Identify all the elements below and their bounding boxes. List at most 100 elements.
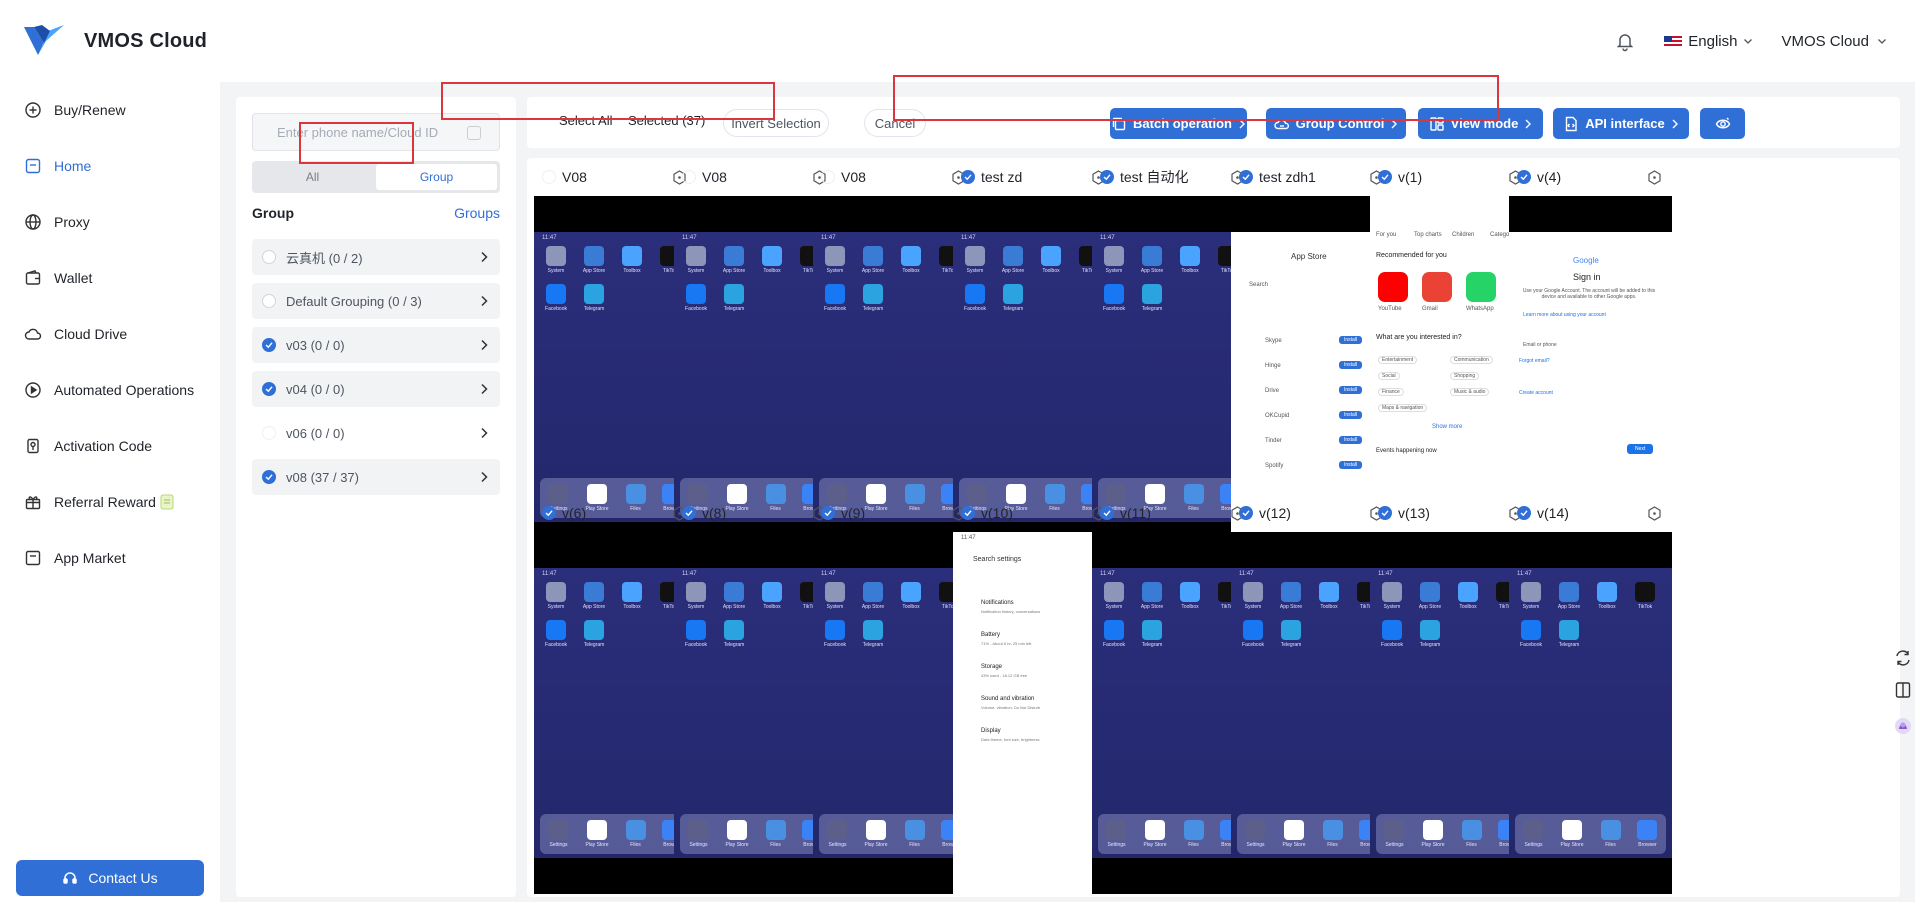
- chevron-right-icon: [481, 383, 488, 395]
- device-checkbox[interactable]: [821, 506, 835, 520]
- dock-app-label: Files: [770, 842, 781, 848]
- device-screen-preview[interactable]: 11:47 System App Store Toolbox TikTok Faceboo…: [534, 532, 697, 894]
- contact-us-button[interactable]: Contact Us: [16, 860, 204, 896]
- app-label: Telegram: [862, 306, 884, 312]
- dock-app-label: Play Store: [864, 842, 888, 848]
- app-icon: Toolbox: [897, 246, 925, 274]
- app-label: Facebook: [824, 306, 846, 312]
- app-grid: System App Store Toolbox TikTok Facebook Tele…: [821, 582, 963, 648]
- bell-icon[interactable]: [1614, 30, 1636, 52]
- app-grid: System App Store Toolbox TikTok Facebook Tele…: [1517, 582, 1659, 648]
- home-screen: 11:47 System App Store Toolbox TikTok Faceboo…: [534, 568, 697, 858]
- sidebar-item-wallet[interactable]: Wallet: [0, 250, 220, 306]
- app-label: App Store: [1140, 604, 1164, 610]
- group-control-button[interactable]: Group Control: [1266, 108, 1406, 139]
- group-checkbox[interactable]: [262, 382, 276, 396]
- device-menu-icon[interactable]: [1647, 170, 1662, 185]
- device-screen-preview[interactable]: 11:47 System App Store Toolbox TikTok Faceboo…: [1509, 532, 1672, 894]
- batch-operation-label: Batch operation: [1133, 116, 1232, 131]
- sidebar-item-home[interactable]: Home: [0, 138, 220, 194]
- app-glyph-icon: [1319, 582, 1339, 602]
- group-checkbox[interactable]: [262, 338, 276, 352]
- tab-group[interactable]: Group: [376, 164, 497, 190]
- view-mode-button[interactable]: View mode: [1418, 108, 1543, 139]
- brand[interactable]: VMOS Cloud: [22, 21, 207, 61]
- device-checkbox[interactable]: [542, 170, 556, 184]
- playstore-tab: For you: [1376, 232, 1397, 238]
- invert-selection-button[interactable]: Invert Selection: [723, 109, 829, 137]
- sidebar-item-proxy[interactable]: Proxy: [0, 194, 220, 250]
- chevron-right-icon: [481, 251, 488, 263]
- device-checkbox[interactable]: [1378, 170, 1392, 184]
- manage-groups-link[interactable]: Groups: [454, 205, 500, 221]
- dock-app-label: Settings: [1524, 842, 1543, 848]
- device-checkbox[interactable]: [1239, 170, 1253, 184]
- app-label: Facebook: [1103, 642, 1125, 648]
- app-glyph-icon: [863, 284, 883, 304]
- app-icon: App Store: [859, 246, 887, 274]
- device-checkbox[interactable]: [1517, 170, 1531, 184]
- sidebar-item-cloud-drive[interactable]: Cloud Drive: [0, 306, 220, 362]
- sidebar-item-app-market[interactable]: App Market: [0, 530, 220, 586]
- device-checkbox[interactable]: [1100, 170, 1114, 184]
- app-label: Telegram: [583, 306, 605, 312]
- app-glyph-icon: [622, 246, 642, 266]
- book-icon[interactable]: [1893, 680, 1913, 700]
- group-checkbox[interactable]: [262, 470, 276, 484]
- group-item[interactable]: 云真机 (0 / 2): [252, 239, 500, 275]
- sidebar-item-activation-code[interactable]: Activation Code: [0, 418, 220, 474]
- app-icon: System: [961, 246, 989, 274]
- device-card[interactable]: v(9) 11:47 System App Store Toolbox TikTok Fac…: [813, 494, 976, 894]
- device-card[interactable]: v(6) 11:47 System App Store Toolbox TikTok Fac…: [534, 494, 697, 894]
- device-checkbox[interactable]: [1239, 506, 1253, 520]
- group-label: v06 (0 / 0): [286, 425, 345, 441]
- account-menu[interactable]: VMOS Cloud: [1781, 33, 1887, 50]
- language-selector[interactable]: English: [1664, 33, 1753, 50]
- assistant-avatar-icon[interactable]: [1893, 716, 1913, 736]
- group-item[interactable]: Default Grouping (0 / 3): [252, 283, 500, 319]
- app-icon: System: [1100, 246, 1128, 274]
- group-item[interactable]: v08 (37 / 37): [252, 459, 500, 495]
- device-menu-icon[interactable]: [1647, 506, 1662, 521]
- view-settings-button[interactable]: [1700, 108, 1745, 139]
- select-all-button[interactable]: Select All: [559, 113, 612, 128]
- device-name: test 自动化: [1120, 169, 1189, 185]
- settings-row-title: Battery: [981, 632, 1001, 638]
- device-checkbox[interactable]: [961, 170, 975, 184]
- app-glyph-icon: [1243, 620, 1263, 640]
- app-icon: Telegram: [1416, 620, 1444, 648]
- device-checkbox[interactable]: [1378, 506, 1392, 520]
- chevron-right-icon: [1391, 119, 1398, 128]
- device-checkbox[interactable]: [542, 506, 556, 520]
- device-screen-preview[interactable]: 11:47 System App Store Toolbox TikTok Faceboo…: [813, 532, 976, 894]
- api-interface-button[interactable]: API interface: [1553, 108, 1689, 139]
- group-item[interactable]: v04 (0 / 0): [252, 371, 500, 407]
- device-checkbox[interactable]: [961, 506, 975, 520]
- group-item[interactable]: v06 (0 / 0): [252, 415, 500, 451]
- device-checkbox[interactable]: [682, 170, 696, 184]
- app-icon: Facebook: [542, 620, 570, 648]
- group-checkbox[interactable]: [262, 426, 276, 440]
- refresh-icon[interactable]: [1893, 648, 1913, 668]
- batch-operation-button[interactable]: Batch operation: [1110, 108, 1247, 139]
- search-checkbox[interactable]: [467, 126, 481, 140]
- phone-search-input[interactable]: [277, 124, 467, 140]
- tab-all[interactable]: All: [252, 161, 373, 193]
- group-item[interactable]: v03 (0 / 0): [252, 327, 500, 363]
- dock-app: Settings: [1106, 820, 1127, 848]
- app-glyph-icon: [1420, 620, 1440, 640]
- device-card[interactable]: v(14) 11:47 System App Store Toolbox TikTok Fa…: [1509, 494, 1672, 894]
- cancel-button[interactable]: Cancel: [864, 109, 926, 137]
- device-checkbox[interactable]: [821, 170, 835, 184]
- group-checkbox[interactable]: [262, 250, 276, 264]
- sidebar-item-referral-reward[interactable]: Referral Reward: [0, 474, 220, 530]
- sidebar-item-automated-operations[interactable]: Automated Operations: [0, 362, 220, 418]
- app-label: App Store: [582, 268, 606, 274]
- sidebar-item-buy-renew[interactable]: Buy/Renew: [0, 82, 220, 138]
- app-icon: Toolbox: [758, 246, 786, 274]
- device-checkbox[interactable]: [682, 506, 696, 520]
- device-checkbox[interactable]: [1517, 506, 1531, 520]
- status-bar-time: 11:47: [1100, 235, 1115, 241]
- group-checkbox[interactable]: [262, 294, 276, 308]
- device-checkbox[interactable]: [1100, 506, 1114, 520]
